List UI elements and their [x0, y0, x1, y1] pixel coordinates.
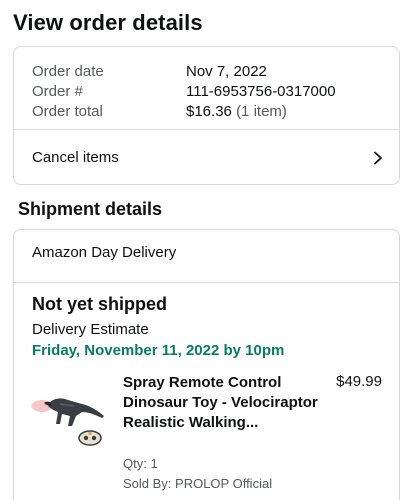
order-number-label: Order #	[32, 82, 83, 100]
order-summary-rows: Order date Nov 7, 2022 Order # 111-69537…	[32, 61, 336, 121]
order-date-label: Order date	[32, 62, 104, 80]
order-number-value: 111-6953756-0317000	[186, 82, 336, 100]
order-total-value-wrap: $16.36 (1 item)	[186, 103, 287, 120]
delivery-type: Amazon Day Delivery	[32, 244, 177, 261]
order-summary-card: Order date Nov 7, 2022 Order # 111-69537…	[13, 46, 400, 185]
shipment-section-title: Shipment details	[18, 199, 163, 219]
product-seller: Sold By: PROLOP Official	[123, 476, 273, 491]
order-total-value: $16.36	[186, 102, 232, 120]
delivery-estimate-date: Friday, November 11, 2022 by 10pm	[32, 342, 285, 359]
order-total-label: Order total	[32, 102, 103, 120]
shipment-divider	[14, 282, 399, 283]
product-quantity: Qty: 1	[123, 456, 158, 471]
cancel-items-row[interactable]: Cancel items	[14, 130, 399, 185]
order-total-row: Order total $16.36 (1 item)	[32, 101, 336, 121]
product-title-link[interactable]: Spray Remote Control Dinosaur Toy - Velo…	[123, 373, 323, 433]
chevron-right-icon	[371, 151, 385, 165]
order-number-row: Order # 111-6953756-0317000	[32, 81, 336, 101]
delivery-estimate-label: Delivery Estimate	[32, 321, 149, 338]
shipment-status: Not yet shipped	[32, 294, 168, 314]
product-price: $49.99	[336, 373, 382, 390]
order-date-value: Nov 7, 2022	[186, 62, 267, 80]
order-date-row: Order date Nov 7, 2022	[32, 61, 336, 81]
page-title: View order details	[13, 10, 203, 35]
cancel-items-label: Cancel items	[32, 149, 119, 166]
order-item-count: (1 item)	[236, 102, 287, 120]
product-image[interactable]	[30, 376, 108, 454]
shipment-card: Amazon Day Delivery Not yet shipped Deli…	[13, 229, 400, 500]
